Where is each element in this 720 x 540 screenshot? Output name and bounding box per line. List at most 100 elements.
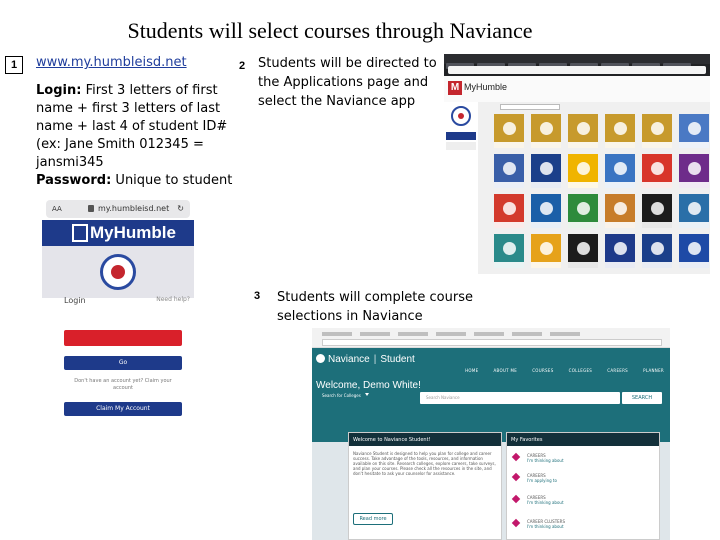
- app-tile-label: [605, 142, 635, 148]
- app-tile-label: [642, 182, 672, 188]
- app-tile-label: [642, 142, 672, 148]
- app-tile-label: [568, 222, 598, 228]
- favorite-item[interactable]: CAREERS I'm thinking about: [511, 452, 653, 465]
- menu-careers[interactable]: CAREERS: [607, 368, 628, 373]
- app-tile[interactable]: [679, 234, 709, 268]
- app-icon: [577, 242, 590, 255]
- read-more-button[interactable]: Read more: [353, 513, 393, 525]
- step-1-number: 1: [5, 56, 23, 74]
- app-tile[interactable]: [642, 194, 672, 228]
- favorite-item[interactable]: CAREERS I'm thinking about: [511, 494, 653, 507]
- app-tile-label: [494, 182, 524, 188]
- lock-icon: [88, 205, 94, 212]
- portal-apps-area: [478, 102, 710, 274]
- app-icon: [688, 122, 701, 135]
- menu-colleges[interactable]: COLLEGES: [569, 368, 593, 373]
- search-scope-select[interactable]: Search for Colleges: [322, 393, 369, 398]
- heart-icon: [511, 518, 521, 528]
- app-icon: [688, 242, 701, 255]
- app-tile-label: [568, 262, 598, 268]
- app-tile[interactable]: [494, 154, 524, 188]
- app-tile[interactable]: [642, 114, 672, 148]
- app-tile-label: [568, 182, 598, 188]
- favorites-card-title: My Favorites: [507, 433, 659, 446]
- app-tile[interactable]: [568, 194, 598, 228]
- app-tile[interactable]: [568, 234, 598, 268]
- app-tile[interactable]: [642, 234, 672, 268]
- chevron-down-icon: [364, 393, 369, 396]
- menu-courses[interactable]: COURSES: [532, 368, 553, 373]
- heart-icon: [511, 494, 521, 504]
- heart-icon: [511, 452, 521, 462]
- app-tile[interactable]: [531, 194, 561, 228]
- no-account-text: Don't have an account yet? Claim your ac…: [74, 378, 172, 391]
- favorite-item[interactable]: CAREERS I'm applying to: [511, 472, 653, 485]
- welcome-card-body: Naviance Student is designed to help you…: [353, 451, 496, 476]
- app-tile[interactable]: [494, 234, 524, 268]
- naviance-search-input[interactable]: Search Naviance: [420, 392, 620, 404]
- app-tile[interactable]: [494, 114, 524, 148]
- browser-tabs: [444, 54, 710, 69]
- app-tile[interactable]: [605, 194, 635, 228]
- myhumble-header: MyHumble: [42, 220, 194, 246]
- login-heading: Login: [64, 296, 86, 305]
- app-icon: [614, 242, 627, 255]
- app-tile[interactable]: [494, 194, 524, 228]
- go-button[interactable]: Go: [64, 356, 182, 370]
- password-instructions: Password: Unique to student: [36, 172, 236, 190]
- sidebar-item-profile[interactable]: [446, 142, 476, 150]
- portal-address-bar: [448, 66, 706, 74]
- humble-portal-link[interactable]: www.my.humbleisd.net: [36, 54, 236, 72]
- portal-search[interactable]: [500, 104, 560, 110]
- app-tile[interactable]: [568, 154, 598, 188]
- claim-account-button[interactable]: Claim My Account: [64, 402, 182, 416]
- sidebar-item-apps[interactable]: [446, 132, 476, 140]
- app-tile[interactable]: [642, 154, 672, 188]
- app-tile[interactable]: [531, 114, 561, 148]
- login-label: Login:: [36, 83, 82, 98]
- favorites-card: My Favorites CAREERS I'm thinking about C…: [506, 432, 660, 540]
- app-tile[interactable]: [605, 114, 635, 148]
- app-tile[interactable]: [531, 154, 561, 188]
- myhumble-logo-text: MyHumble: [90, 223, 176, 242]
- app-tile-label: [531, 222, 561, 228]
- favorite-item[interactable]: CAREER CLUSTERS I'm thinking about: [511, 518, 653, 531]
- app-tile[interactable]: [679, 154, 709, 188]
- app-tile[interactable]: [568, 114, 598, 148]
- naviance-brand: Naviance | Student: [316, 354, 415, 365]
- welcome-card-title: Welcome to Naviance Student!: [349, 433, 501, 446]
- username-field[interactable]: [64, 330, 182, 346]
- portal-topbar: M MyHumble: [444, 76, 710, 102]
- app-tile[interactable]: [531, 234, 561, 268]
- naviance-menu: HOME ABOUT ME COURSES COLLEGES CAREERS P…: [455, 357, 664, 376]
- app-tile[interactable]: [679, 194, 709, 228]
- app-icon: [577, 162, 590, 175]
- app-icon: [577, 202, 590, 215]
- app-tile[interactable]: [605, 154, 635, 188]
- naviance-brand-name: Naviance: [328, 354, 370, 365]
- myhumble-logo-icon: [72, 224, 88, 242]
- app-icon: [614, 122, 627, 135]
- app-icon: [614, 162, 627, 175]
- app-tile[interactable]: [679, 114, 709, 148]
- login-instructions: Login: First 3 letters of first name + f…: [36, 82, 236, 172]
- reload-icon: ↻: [177, 204, 184, 213]
- menu-home[interactable]: HOME: [465, 368, 478, 373]
- app-tile-label: [642, 222, 672, 228]
- portal-sidebar: [444, 102, 478, 274]
- menu-planner[interactable]: PLANNER: [643, 368, 664, 373]
- menu-about-me[interactable]: ABOUT ME: [494, 368, 518, 373]
- app-tile-label: [605, 262, 635, 268]
- app-tile-label: [605, 222, 635, 228]
- applications-page-screenshot: M MyHumble: [444, 54, 710, 274]
- app-tile[interactable]: [605, 234, 635, 268]
- app-tile-label: [679, 222, 709, 228]
- app-icon: [651, 122, 664, 135]
- app-tile-label: [605, 182, 635, 188]
- welcome-card: Welcome to Naviance Student! Naviance St…: [348, 432, 502, 540]
- naviance-search-button[interactable]: SEARCH: [622, 392, 662, 404]
- need-help-link[interactable]: Need help?: [156, 296, 190, 303]
- app-icon: [503, 162, 516, 175]
- step-1-text: www.my.humbleisd.net Login: First 3 lett…: [36, 54, 236, 190]
- slide-title: Students will select courses through Nav…: [127, 18, 533, 43]
